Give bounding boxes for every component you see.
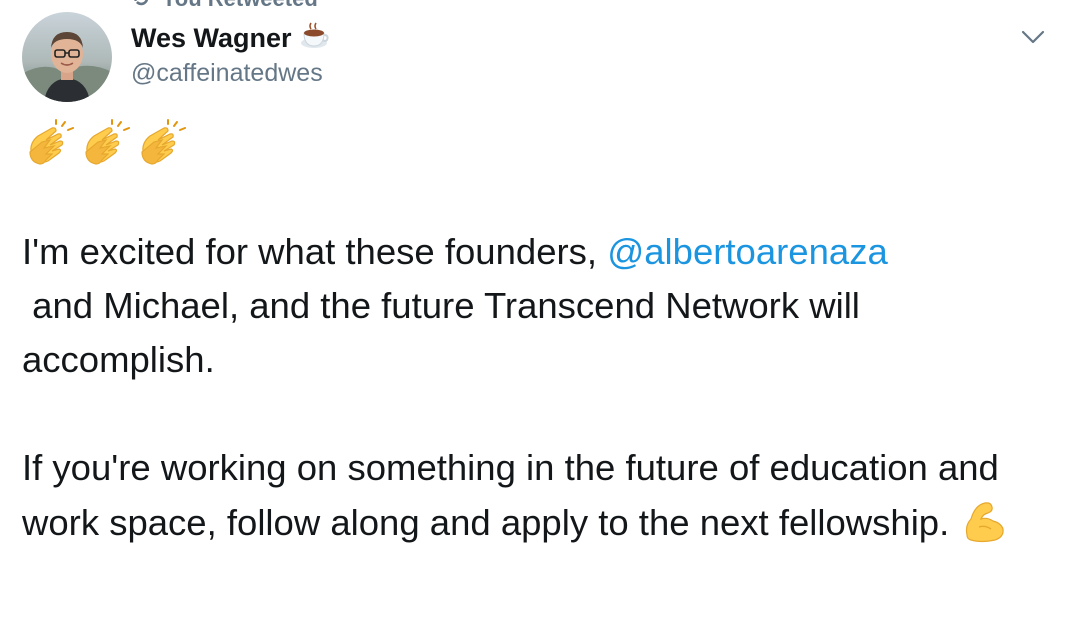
clap-emoji-row	[22, 118, 190, 174]
retweet-context[interactable]: ⟲ You Retweeted	[130, 0, 318, 12]
clapping-hands-icon	[141, 119, 186, 165]
tweet-text-part1: I'm excited for what these founders,	[22, 231, 608, 272]
retweet-icon: ⟲	[130, 0, 156, 12]
avatar[interactable]	[22, 12, 112, 102]
tweet-text-part2: and Michael, and the future Transcend Ne…	[22, 285, 871, 380]
author-block[interactable]: Wes Wagner @caffeinatedwes	[131, 20, 329, 90]
clapping-hands-icon	[29, 119, 74, 165]
clapping-hands-icon	[85, 119, 130, 165]
display-name[interactable]: Wes Wagner	[131, 20, 329, 56]
retweet-label-text: You Retweeted	[162, 0, 318, 11]
coffee-icon	[301, 22, 329, 48]
handle[interactable]: @caffeinatedwes	[131, 56, 329, 90]
flexed-biceps-icon	[966, 502, 1005, 543]
chevron-down-icon[interactable]	[1018, 22, 1048, 52]
tweet-paragraph-2: If you're working on something in the fu…	[22, 447, 1010, 543]
tweet-text: I'm excited for what these founders, @al…	[22, 225, 1032, 550]
mention-link[interactable]: @albertoarenaza	[607, 231, 888, 272]
